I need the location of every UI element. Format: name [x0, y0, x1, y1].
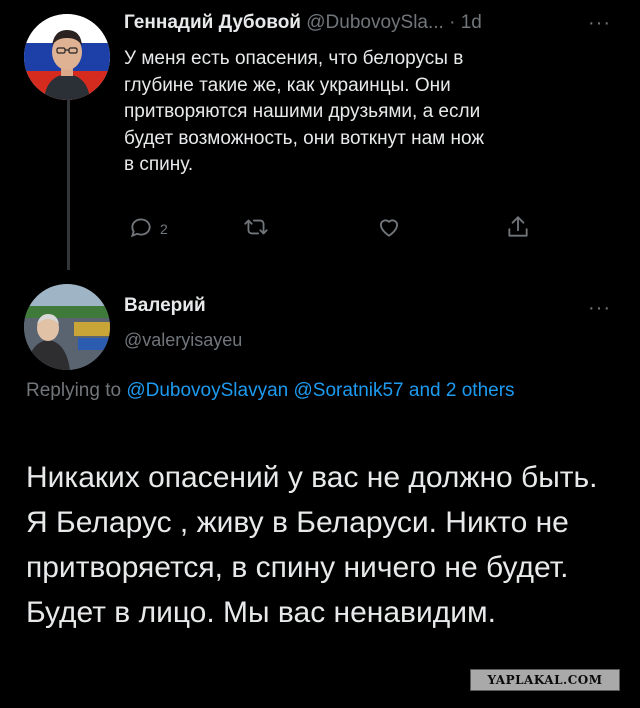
retweet-icon [242, 214, 270, 243]
reply-button[interactable]: 2 [128, 214, 168, 243]
mention-link[interactable]: @DubovoySlavyan [126, 380, 288, 401]
avatar[interactable] [24, 14, 110, 100]
timestamp[interactable]: · 1d [449, 12, 482, 33]
tweet-text: У меня есть опасения, что белорусы в глу… [124, 48, 485, 175]
thread-connector-line [67, 100, 70, 270]
more-options-icon[interactable]: ··· [588, 297, 611, 320]
more-options-icon[interactable]: ··· [588, 12, 611, 35]
tweet-text: Никаких опасений у вас не должно быть. Я… [26, 461, 598, 629]
user-handle[interactable]: @DubovoySla... [306, 12, 444, 33]
like-button[interactable] [376, 214, 402, 243]
tweet-actions: 2 [124, 214, 544, 244]
replying-to: Replying to @DubovoySlavyan @Soratnik57 … [26, 377, 596, 405]
retweet-button[interactable] [242, 214, 270, 243]
reply-count: 2 [160, 220, 168, 237]
tweet-header: Геннадий Дубовой @DubovoySla... · 1d [124, 12, 482, 34]
heart-icon [376, 214, 402, 243]
share-button[interactable] [505, 214, 531, 243]
display-name[interactable]: Геннадий Дубовой [124, 12, 301, 33]
replying-to-label: Replying to [26, 380, 127, 401]
mention-link[interactable]: @Soratnik57 [294, 380, 404, 401]
others-link[interactable]: and 2 others [409, 380, 515, 401]
avatar[interactable] [24, 284, 110, 370]
user-handle[interactable]: @valeryisayeu [124, 330, 242, 351]
watermark-logo: YAPLAKAL.COM [470, 669, 620, 691]
share-icon [505, 214, 531, 243]
comment-icon [128, 214, 154, 243]
display-name[interactable]: Валерий [124, 295, 206, 317]
